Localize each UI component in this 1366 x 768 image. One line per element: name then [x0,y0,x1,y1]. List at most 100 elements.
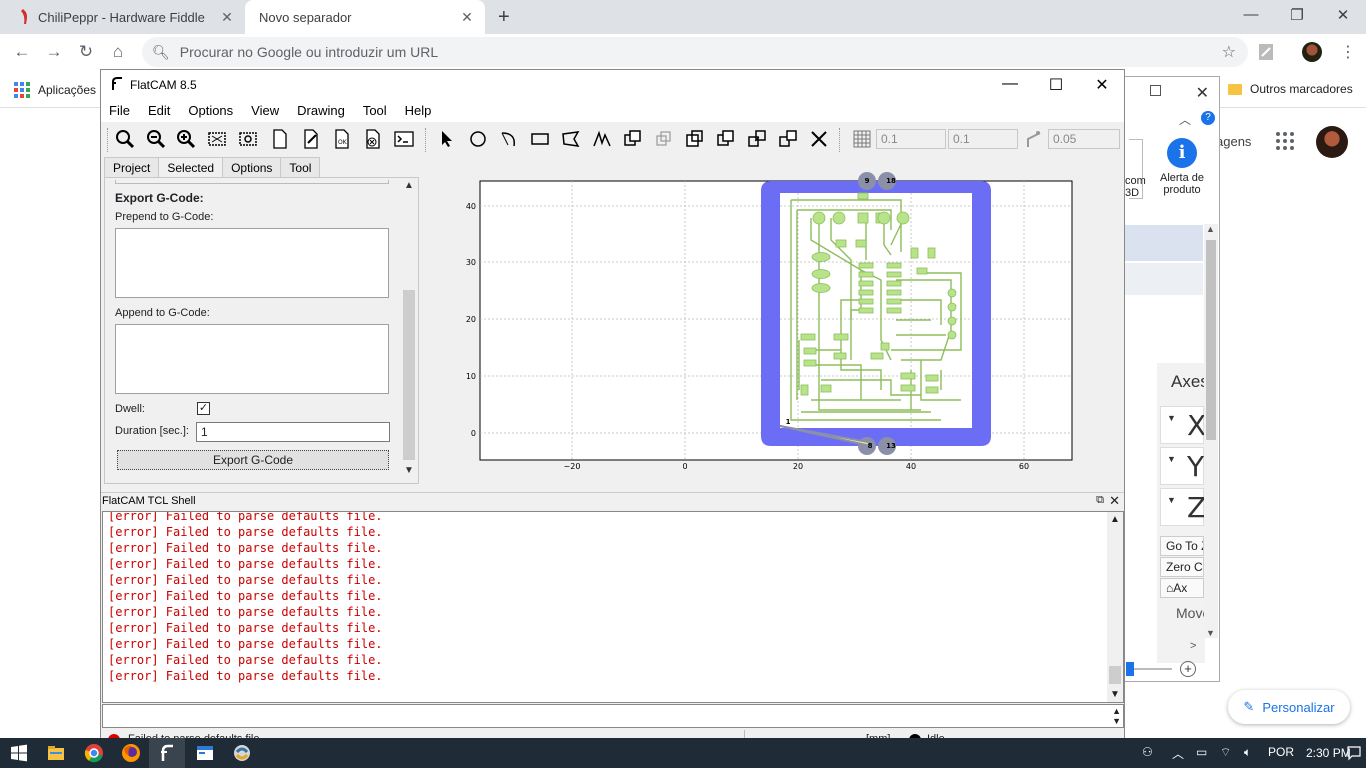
maximize-icon[interactable]: ☐ [1033,75,1079,95]
close-window-icon[interactable]: ✕ [1320,6,1366,24]
delete-shape-icon[interactable] [808,129,830,149]
maximize-icon[interactable] [1150,85,1161,96]
append-textarea[interactable] [115,324,389,394]
scroll-up-icon[interactable]: ▲ [1110,514,1120,525]
home-icon[interactable]: ⌂ [107,42,129,62]
other-bookmarks[interactable]: Outros marcadores [1228,82,1353,96]
zero-button[interactable]: Zero C [1160,557,1204,577]
restore-icon[interactable]: ❐ [1274,6,1320,24]
dwell-checkbox[interactable]: ✓ [197,402,210,415]
close-icon[interactable]: ✕ [1079,75,1124,95]
tray-chevron-icon[interactable]: ︿ [1172,745,1184,762]
tab-options[interactable]: Options [222,157,282,177]
collapse-icon[interactable]: ︿ [1179,111,1191,128]
file-explorer-icon[interactable] [46,743,66,763]
account-avatar[interactable] [1316,126,1348,158]
scroll-right-icon[interactable]: > [1190,640,1196,652]
grid-y-input[interactable]: 0.1 [948,129,1018,149]
flatcam-taskbar-item[interactable] [149,738,185,768]
tab-project[interactable]: Project [104,157,160,177]
select-tool-icon[interactable] [436,129,458,149]
zoom-in-icon[interactable] [175,129,197,149]
zoom-out-icon[interactable] [145,129,167,149]
tab-selected[interactable]: Selected [158,157,224,178]
home-axes-button[interactable]: ⌂Ax [1160,578,1204,598]
close-icon[interactable]: ✕ [1196,83,1209,103]
duration-input[interactable]: 1 [196,422,390,442]
network-icon[interactable]: ⌔ [1220,745,1231,760]
snap-max-input[interactable]: 0.05 [1048,129,1120,149]
menu-kebab-icon[interactable]: ⋮ [1340,42,1356,62]
close-dock-icon[interactable]: ✕ [1109,493,1120,509]
language-indicator[interactable]: POR [1268,745,1294,759]
move-shape-icon[interactable] [777,129,799,149]
zoom-in-icon[interactable]: + [1180,661,1196,677]
scroll-down-icon[interactable]: ▼ [404,465,414,476]
apps-bookmark[interactable]: Aplicações [14,82,96,98]
update-geometry-icon[interactable]: OK [331,129,353,149]
battery-icon[interactable]: ▭ [1196,745,1207,759]
menu-drawing[interactable]: Drawing [297,100,353,122]
firefox-icon[interactable] [121,743,141,763]
omnibox[interactable]: 🔍︎ Procurar no Google ou introduzir um U… [142,37,1248,67]
delete-object-icon[interactable] [362,129,384,149]
plot-canvas[interactable]: −20 0 20 40 60 0 10 20 30 40 9 18 8 13 1 [421,160,1121,490]
scroll-down-icon[interactable]: ▼ [1206,628,1215,638]
chili-scrollbar[interactable]: ▲ ▼ [1204,224,1218,638]
export-gcode-button[interactable]: Export G-Code [117,450,389,470]
grid-x-input[interactable]: 0.1 [876,129,946,149]
shell-output[interactable]: [error] Failed to parse defaults file. [… [102,511,1124,703]
rectangle-tool-icon[interactable] [529,129,551,149]
axis-x-row[interactable]: ▼ X [1160,406,1206,444]
axis-z-row[interactable]: ▼ Z [1160,488,1206,526]
google-apps-icon[interactable] [1276,132,1294,150]
product-alert[interactable]: i Alerta de produto [1152,138,1212,196]
arc-tool-icon[interactable] [498,129,520,149]
help-icon[interactable]: ? [1201,111,1215,125]
union-icon[interactable] [622,129,644,149]
zoom-slider[interactable] [1126,662,1172,676]
scroll-up-icon[interactable]: ▲ [1206,224,1215,234]
volume-icon[interactable]: 🔈︎ [1244,745,1251,760]
clear-plot-icon[interactable] [206,129,228,149]
start-windows-icon[interactable] [9,743,29,763]
menu-tool[interactable]: Tool [363,100,395,122]
scroll-up-icon[interactable]: ▲ [404,180,414,191]
input-spinner-icon[interactable]: ▲ ▼ [1112,706,1121,726]
bookmark-star-icon[interactable]: ☆ [1222,42,1236,62]
menu-edit[interactable]: Edit [148,100,178,122]
snap-grid-icon[interactable] [851,129,873,149]
scroll-thumb[interactable] [1109,666,1121,684]
edit-geometry-icon[interactable] [300,129,322,149]
cut-path-icon[interactable] [715,129,737,149]
new-tab-icon[interactable]: + [498,6,510,29]
notification-icon[interactable] [1346,745,1362,761]
subtract-icon[interactable] [684,129,706,149]
panel-scrollbar[interactable]: ▲ ▼ [401,178,417,478]
clock[interactable]: 2:30 PM [1306,746,1351,760]
profile-avatar[interactable] [1302,42,1322,62]
snap-corner-icon[interactable] [1023,129,1045,149]
replot-icon[interactable] [237,129,259,149]
dropdown-icon[interactable]: ▼ [1167,413,1176,423]
prepend-textarea[interactable] [115,228,389,298]
reload-icon[interactable]: ↻ [75,42,97,62]
tab-chilipeppr[interactable]: ChiliPeppr - Hardware Fiddle ✕ [0,0,245,34]
close-tab-icon[interactable]: ✕ [459,9,475,26]
intersection-icon[interactable] [653,129,675,149]
scroll-down-icon[interactable]: ▼ [1110,689,1120,700]
shell-input[interactable]: ▲ ▼ [102,704,1124,728]
tab-tool[interactable]: Tool [280,157,321,177]
copy-shape-icon[interactable] [746,129,768,149]
plot-area[interactable]: −20 0 20 40 60 0 10 20 30 40 9 18 8 13 1 [421,160,1121,490]
dropdown-icon[interactable]: ▼ [1167,454,1176,464]
axis-y-row[interactable]: ▼ Y [1160,447,1204,485]
circle-tool-icon[interactable] [467,129,489,149]
slider-knob[interactable] [1126,662,1134,676]
back-icon[interactable]: ← [11,42,33,62]
shell-scrollbar[interactable]: ▲ ▼ [1107,512,1123,702]
minimize-icon[interactable]: — [987,75,1033,93]
zoom-fit-icon[interactable] [114,129,136,149]
pdf-extension-icon[interactable] [1257,43,1275,61]
polygon-tool-icon[interactable] [560,129,582,149]
